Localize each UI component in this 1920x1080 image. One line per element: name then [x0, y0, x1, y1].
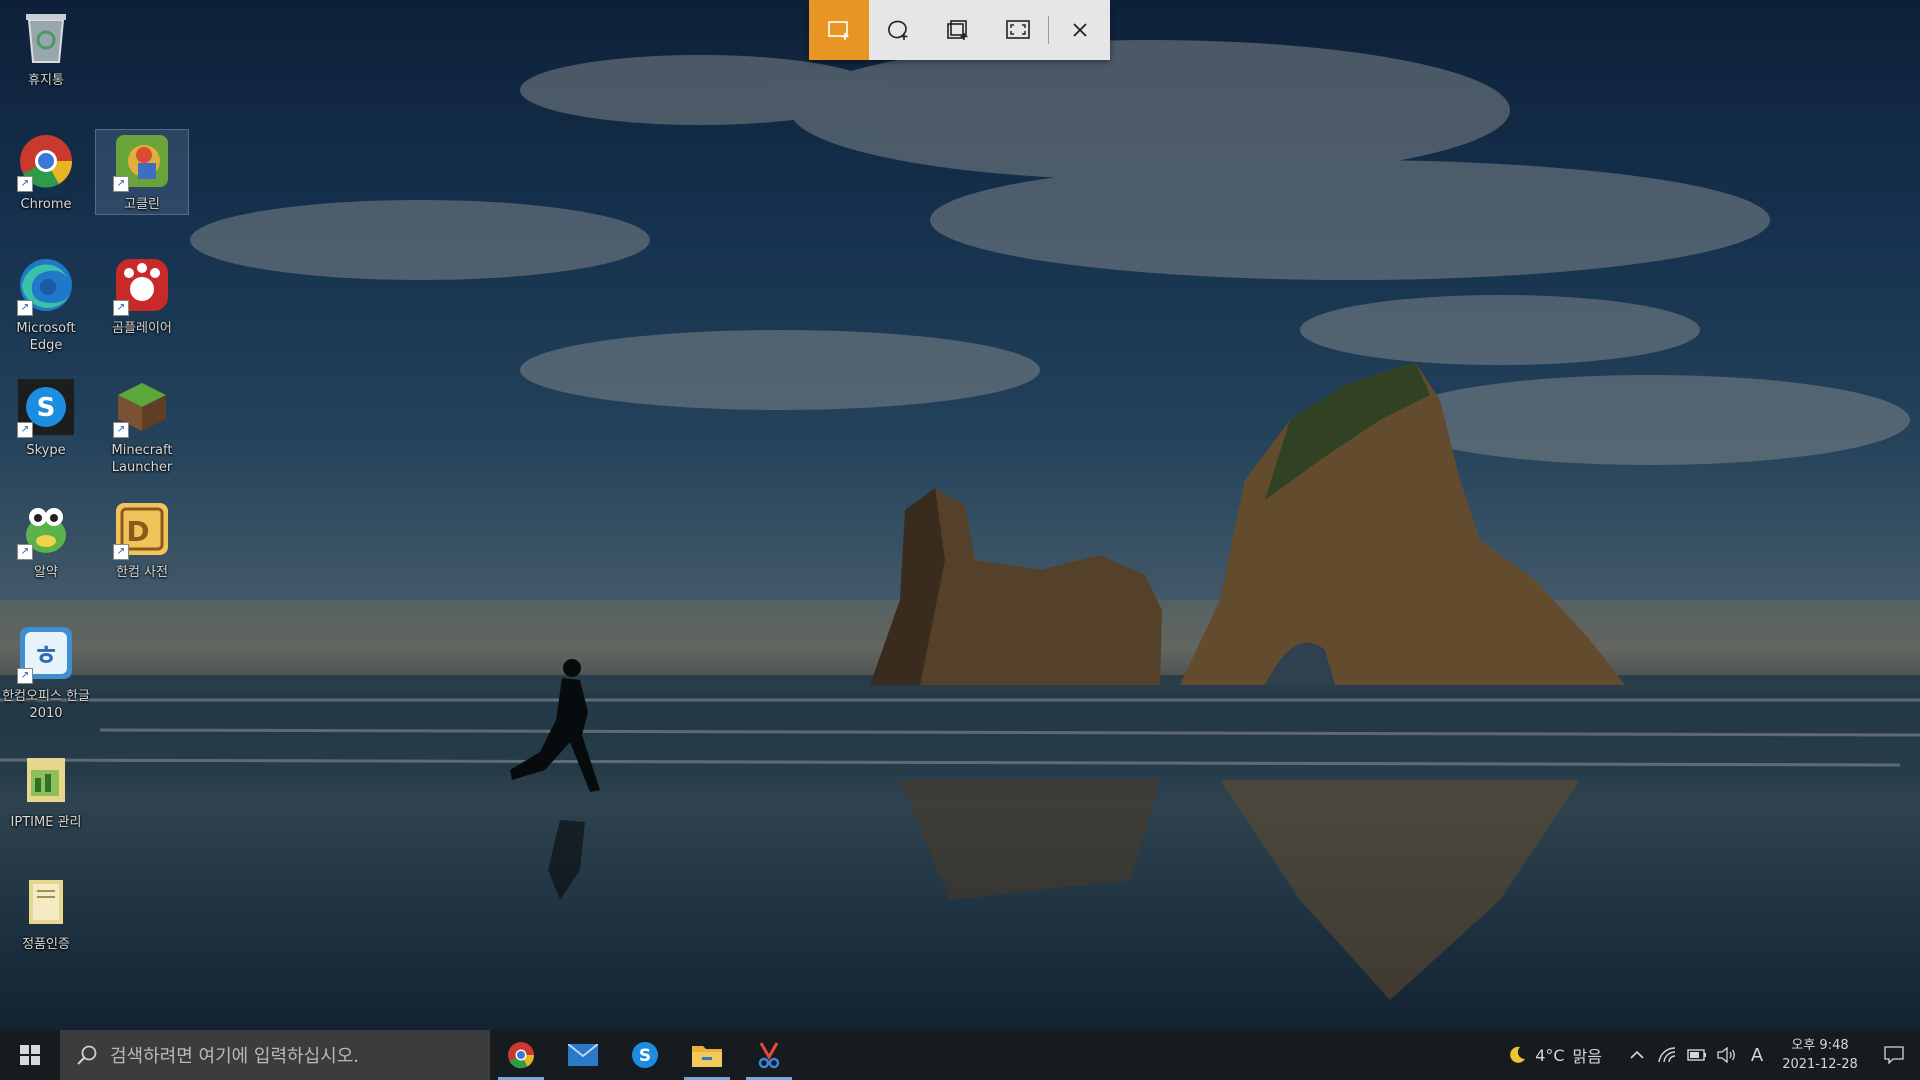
weather-widget[interactable]: 4°C 맑음: [1507, 1043, 1602, 1067]
desktop-icon-label: 고클린: [124, 197, 160, 212]
speaker-icon: [1717, 1047, 1735, 1063]
taskbar-app-chrome[interactable]: [490, 1030, 552, 1080]
svg-text:S: S: [37, 393, 56, 423]
desktop-icon-label: 휴지통: [28, 73, 64, 88]
system-tray: 4°C 맑음 A 오후 9:48 2021-12-28: [1507, 1030, 1920, 1080]
freeform-snip-button[interactable]: [869, 0, 929, 60]
taskbar-clock[interactable]: 오후 9:48 2021-12-28: [1772, 1036, 1868, 1074]
notification-icon: [1884, 1046, 1904, 1064]
search-placeholder: 검색하려면 여기에 입력하십시오.: [110, 1046, 360, 1067]
desktop-icon-label: 한컴오피스 한글 2010: [2, 689, 90, 721]
input-method-indicator[interactable]: A: [1742, 1030, 1772, 1080]
toolbar-separator: [1048, 16, 1050, 44]
freeform-snip-icon: [888, 20, 908, 40]
close-snip-button[interactable]: [1050, 0, 1110, 60]
desktop-icon-microsoft-edge[interactable]: ↗ Microsoft Edge: [0, 254, 92, 354]
taskbar-app-snip-and-sketch[interactable]: [738, 1030, 800, 1080]
desktop-icon-label: Skype: [26, 443, 66, 458]
weather-condition: 맑음: [1572, 1047, 1602, 1066]
clock-date: 2021-12-28: [1782, 1057, 1858, 1072]
folder-icon: [15, 748, 77, 810]
search-icon: [77, 1045, 97, 1065]
snip-sketch-icon: [758, 1042, 780, 1069]
start-button[interactable]: [0, 1030, 60, 1080]
network-button[interactable]: [1652, 1030, 1682, 1080]
desktop-icon-skype[interactable]: S ↗ Skype: [0, 376, 92, 459]
clock-time: 오후 9:48: [1791, 1038, 1849, 1053]
svg-text:D: D: [126, 515, 149, 548]
svg-text:ㅎ: ㅎ: [33, 639, 59, 672]
desktop-icon-gom-player[interactable]: ↗ 곰플레이어: [96, 254, 188, 337]
shortcut-arrow-icon: ↗: [17, 668, 33, 684]
recycle-bin-icon: [15, 6, 77, 68]
taskbar-app-skype[interactable]: S: [614, 1030, 676, 1080]
battery-icon: [1687, 1049, 1706, 1061]
goclean-icon: ↗: [111, 130, 173, 192]
shortcut-arrow-icon: ↗: [17, 544, 33, 560]
windows-logo-icon: [20, 1045, 40, 1065]
desktop-icon-label: Microsoft Edge: [16, 321, 76, 353]
snip-dim-overlay[interactable]: [0, 0, 1920, 1030]
snip-toolbar: [809, 0, 1110, 60]
hangul-icon: ㅎ ↗: [15, 622, 77, 684]
rectangle-snip-icon: [827, 21, 849, 40]
desktop-icon-label: 한컴 사전: [116, 565, 168, 580]
moon-icon: [1510, 1046, 1526, 1063]
shortcut-arrow-icon: ↗: [113, 300, 129, 316]
weather-temperature: 4°C: [1535, 1045, 1565, 1065]
alyac-icon: ↗: [15, 498, 77, 560]
taskbar-app-mail[interactable]: [552, 1030, 614, 1080]
taskbar-search-box[interactable]: 검색하려면 여기에 입력하십시오.: [60, 1030, 490, 1080]
window-snip-icon: [947, 20, 968, 40]
wifi-icon: [1658, 1047, 1676, 1063]
shortcut-arrow-icon: ↗: [113, 544, 129, 560]
desktop-icon-label: IPTIME 관리: [10, 815, 82, 830]
taskbar: 검색하려면 여기에 입력하십시오. S 4°C 맑음 A 오후 9:48 202…: [0, 1030, 1920, 1080]
taskbar-app-file-explorer[interactable]: [676, 1030, 738, 1080]
skype-icon: S: [632, 1042, 658, 1068]
folder-icon: [15, 870, 77, 932]
desktop-icon-alyac[interactable]: ↗ 알약: [0, 498, 92, 581]
desktop-icon-label: 알약: [34, 565, 58, 580]
shortcut-arrow-icon: ↗: [113, 422, 129, 438]
show-hidden-icons-button[interactable]: [1622, 1030, 1652, 1080]
desktop-icon-minecraft-launcher[interactable]: ↗ Minecraft Launcher: [96, 376, 188, 476]
desktop-icon-genuine-authentication[interactable]: 정품인증: [0, 870, 92, 953]
chevron-up-icon: [1630, 1050, 1644, 1059]
skype-icon: S ↗: [15, 376, 77, 438]
gom-player-icon: ↗: [111, 254, 173, 316]
svg-text:S: S: [639, 1046, 651, 1066]
desktop-icon-iptime[interactable]: IPTIME 관리: [0, 748, 92, 831]
desktop-icon-chrome[interactable]: ↗ Chrome: [0, 130, 92, 213]
folder-icon: [692, 1046, 722, 1067]
desktop-icon-recycle-bin[interactable]: 휴지통: [0, 6, 92, 89]
rectangle-snip-button[interactable]: [809, 0, 869, 60]
mail-icon: [568, 1044, 598, 1066]
edge-icon: ↗: [15, 254, 77, 316]
fullscreen-snip-button[interactable]: [988, 0, 1048, 60]
desktop-icon-label: 곰플레이어: [112, 321, 172, 336]
desktop-icon-label: 정품인증: [22, 937, 70, 952]
volume-button[interactable]: [1712, 1030, 1742, 1080]
hancom-dictionary-icon: D ↗: [111, 498, 173, 560]
desktop-icon-label: Minecraft Launcher: [111, 443, 173, 475]
shortcut-arrow-icon: ↗: [17, 176, 33, 192]
window-snip-button[interactable]: [928, 0, 988, 60]
desktop-icon-label: Chrome: [20, 197, 72, 212]
action-center-button[interactable]: [1868, 1030, 1920, 1080]
shortcut-arrow-icon: ↗: [113, 176, 129, 192]
chrome-icon: ↗: [15, 130, 77, 192]
desktop-icon-hancom-dictionary[interactable]: D ↗ 한컴 사전: [96, 498, 188, 581]
fullscreen-snip-icon: [1005, 20, 1030, 39]
close-icon: [1073, 23, 1087, 37]
chrome-icon: [508, 1042, 535, 1069]
battery-button[interactable]: [1682, 1030, 1712, 1080]
desktop-icon-hancom-office-hangul[interactable]: ㅎ ↗ 한컴오피스 한글 2010: [0, 622, 92, 722]
minecraft-icon: ↗: [111, 376, 173, 438]
shortcut-arrow-icon: ↗: [17, 300, 33, 316]
desktop-icon-goclean[interactable]: ↗ 고클린: [95, 129, 189, 215]
shortcut-arrow-icon: ↗: [17, 422, 33, 438]
